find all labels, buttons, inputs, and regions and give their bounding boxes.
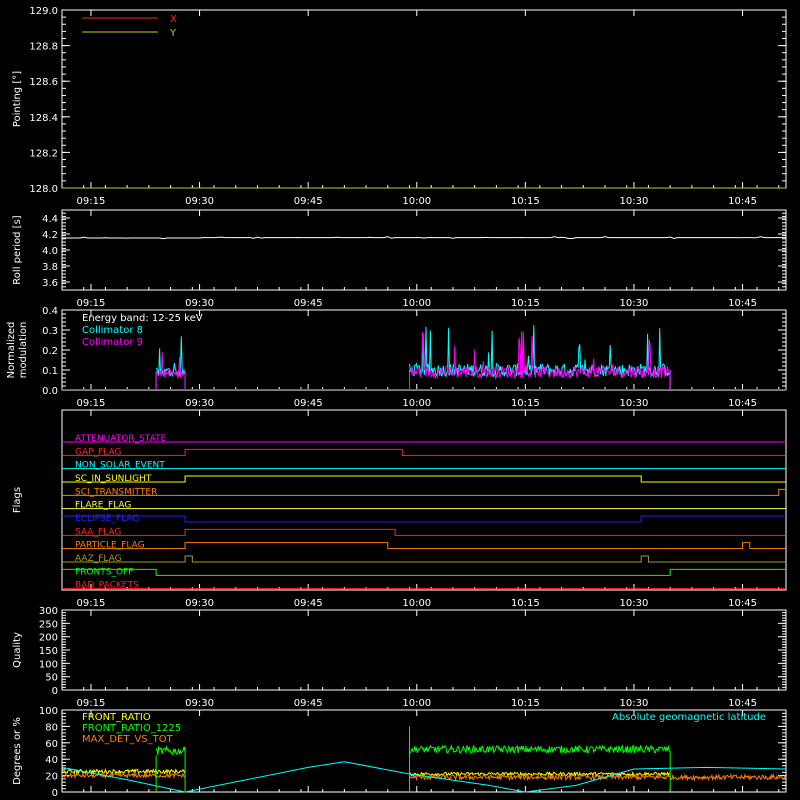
x-tick-label: 09:30 [185,698,214,709]
y-tick-label: 128.4 [29,113,58,124]
flag-label: FLARE_FLAG [75,501,131,511]
y-tick-label: 4.2 [42,230,58,241]
y-axis-label: Normalized [6,322,17,379]
x-tick-label: 09:30 [185,196,214,207]
x-tick-label: 10:00 [402,398,431,409]
x-tick-label: 09:45 [294,196,323,207]
flag-label: ECLIPSE_FLAG [75,514,139,524]
x-tick-label: 10:15 [511,698,540,709]
x-tick-label: 10:00 [402,598,431,609]
chart-background [0,0,800,800]
annotation-geomagnetic-latitude: Absolute geomagnetic latitude [612,712,766,723]
y-tick-label: 128.2 [29,148,58,159]
x-tick-label: 10:30 [620,598,649,609]
y-tick-label: 200 [39,633,58,644]
y-tick-label: 300 [39,606,58,617]
x-tick-label: 10:15 [511,398,540,409]
annotation-energy-band: Energy band: 12-25 keV [82,313,203,324]
y-tick-label: 250 [39,619,58,630]
y-tick-label: 128.8 [29,42,58,53]
x-tick-label: 09:15 [77,598,106,609]
legend-label-max_det_vs_tot: MAX_DET_VS_TOT [82,734,174,745]
legend-label-y: Y [169,28,177,39]
flag-label: SCI_TRANSMITTER [75,487,157,497]
y-tick-label: 3.6 [42,278,58,289]
y-tick-label: 0 [52,788,58,799]
x-tick-label: 09:15 [77,698,106,709]
y-tick-label: 129.0 [29,6,58,17]
y-axis-label: Pointing [°] [12,71,23,127]
x-tick-label: 10:45 [728,598,757,609]
y-tick-label: 50 [45,673,58,684]
legend-label-x: X [170,14,177,25]
flag-label: BAD_PACKETS [75,581,139,591]
y-tick-label: 0.0 [42,386,58,397]
y-tick-label: 100 [39,659,58,670]
x-tick-label: 10:45 [728,398,757,409]
legend-label-front_ratio: FRONT_RATIO [82,712,151,723]
x-tick-label: 09:30 [185,398,214,409]
flag-label: AAZ_FLAG [75,554,122,564]
chart-canvas: Pointing [°] 128.0 128.2 128.4 128.6 128.8 129… [0,0,800,800]
flag-label: ATTENUATOR_STATE [75,434,167,444]
x-tick-label: 10:45 [728,698,757,709]
x-tick-label: 09:30 [185,598,214,609]
x-tick-label: 10:00 [402,698,431,709]
y-tick-label: 40 [45,755,58,766]
x-tick-label: 10:00 [402,196,431,207]
x-tick-label: 10:00 [402,298,431,309]
flag-label: GAP_FLAG [75,447,121,457]
y-tick-label: 0.1 [42,366,58,377]
x-tick-label: 10:30 [620,196,649,207]
y-axis-label: modulation [18,322,29,379]
x-tick-label: 09:45 [294,598,323,609]
x-tick-label: 10:45 [728,196,757,207]
x-tick-label: 09:15 [77,398,106,409]
y-tick-label: 150 [39,646,58,657]
y-axis-label: Degrees or % [12,717,23,785]
y-tick-label: 20 [45,772,58,783]
y-tick-label: 80 [45,722,58,733]
y-tick-label: 128.6 [29,77,58,88]
y-tick-label: 0.4 [42,306,58,317]
legend-label-collimator-9: Collimator 9 [82,337,143,348]
x-tick-label: 10:30 [620,398,649,409]
y-tick-label: 100 [39,706,58,717]
x-tick-label: 09:45 [294,398,323,409]
x-tick-label: 10:15 [511,298,540,309]
x-tick-label: 09:45 [294,298,323,309]
x-tick-label: 10:30 [620,698,649,709]
x-tick-label: 10:45 [728,298,757,309]
y-tick-label: 60 [45,739,58,750]
y-tick-label: 3.8 [42,262,58,273]
legend-label-front_ratio_1225: FRONT_RATIO_1225 [82,723,181,734]
flag-label: FRONTS_OFF [75,567,133,577]
x-tick-label: 10:15 [511,196,540,207]
flag-label: NON_SOLAR_EVENT [75,461,165,471]
flag-label: SAA_FLAG [75,527,121,537]
x-tick-label: 09:15 [77,196,106,207]
x-tick-label: 09:45 [294,698,323,709]
y-tick-label: 0 [52,686,58,697]
x-tick-label: 10:15 [511,598,540,609]
y-tick-label: 128.0 [29,184,58,195]
y-tick-label: 4.0 [42,246,58,257]
flag-label: PARTICLE_FLAG [75,541,145,551]
flag-label: SC_IN_SUNLIGHT [75,474,152,484]
y-axis-label: Roll period [s] [12,215,23,284]
y-axis-label: Quality [12,632,23,668]
x-tick-label: 09:15 [77,298,106,309]
y-tick-label: 4.4 [42,214,58,225]
x-tick-label: 10:30 [620,298,649,309]
legend-label-collimator-8: Collimator 8 [82,325,143,336]
x-tick-label: 09:30 [185,298,214,309]
y-axis-label: Flags [12,487,23,513]
y-tick-label: 0.3 [42,326,58,337]
y-tick-label: 0.2 [42,346,58,357]
